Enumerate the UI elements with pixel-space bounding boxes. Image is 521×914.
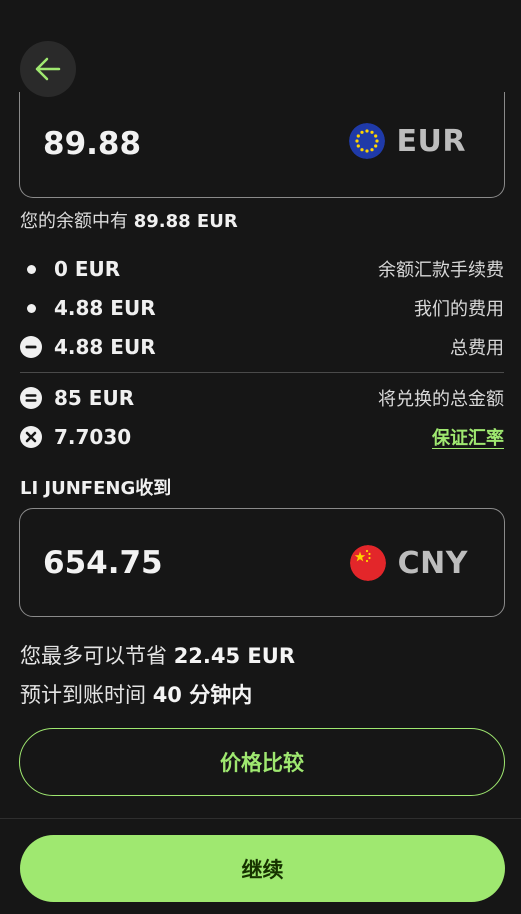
bullet-icon	[20, 258, 42, 280]
fee-row-balance-transfer: 0 EUR 余额汇款手续费	[20, 256, 504, 282]
fee-label: 余额汇款手续费	[378, 260, 504, 281]
divider	[20, 372, 504, 373]
bullet-icon	[20, 297, 42, 319]
equals-circle-icon	[20, 387, 42, 409]
eta-prefix: 预计到账时间	[20, 683, 153, 707]
fee-amount: 85 EUR	[54, 386, 135, 410]
balance-value: 89.88 EUR	[133, 211, 238, 232]
eta-note: 预计到账时间 40 分钟内	[20, 679, 252, 709]
recipient-receives-label: LI JUNFENG收到	[20, 478, 172, 499]
fee-label: 总费用	[450, 338, 504, 359]
fee-amount: 0 EUR	[54, 257, 121, 281]
receive-amount-value[interactable]: 654.75	[43, 545, 163, 581]
fee-amount: 4.88 EUR	[54, 296, 156, 320]
arrow-left-icon	[35, 57, 61, 81]
savings-prefix: 您最多可以节省	[20, 644, 174, 668]
fee-label: 我们的费用	[414, 299, 504, 320]
compare-prices-button[interactable]: 价格比较	[19, 728, 505, 796]
balance-prefix: 您的余额中有	[20, 211, 134, 232]
fee-row-total-fee: 4.88 EUR 总费用	[20, 334, 504, 360]
minus-circle-icon	[20, 336, 42, 358]
savings-value: 22.45 EUR	[173, 644, 295, 668]
fee-row-our-fee: 4.88 EUR 我们的费用	[20, 295, 504, 321]
fee-row-exchange-rate: 7.7030 保证汇率	[20, 424, 504, 450]
receive-currency-selector[interactable]: CNY	[349, 545, 468, 581]
footer-divider	[0, 818, 521, 819]
exchange-rate-value: 7.7030	[54, 425, 132, 449]
times-circle-icon	[20, 426, 42, 448]
fee-amount: 4.88 EUR	[54, 335, 156, 359]
send-amount-value[interactable]: 89.88	[43, 126, 141, 162]
receive-currency-code: CNY	[397, 545, 468, 581]
guaranteed-rate-link[interactable]: 保证汇率	[432, 424, 504, 450]
eu-flag-icon	[348, 123, 385, 159]
china-flag-icon	[349, 545, 386, 581]
balance-note: 您的余额中有 89.88 EUR	[20, 207, 238, 233]
fee-label: 将兑换的总金额	[378, 389, 504, 410]
send-currency-selector[interactable]: EUR	[348, 123, 466, 159]
back-button[interactable]	[20, 41, 76, 97]
savings-note: 您最多可以节省 22.45 EUR	[20, 640, 295, 670]
fee-row-converted-amount: 85 EUR 将兑换的总金额	[20, 385, 504, 411]
continue-button[interactable]: 继续	[20, 835, 505, 902]
send-currency-code: EUR	[396, 123, 466, 159]
send-amount-field[interactable]: 89.88 EUR	[19, 92, 505, 198]
eta-value: 40 分钟内	[152, 683, 253, 707]
receive-amount-field[interactable]: 654.75 CNY	[19, 508, 505, 617]
